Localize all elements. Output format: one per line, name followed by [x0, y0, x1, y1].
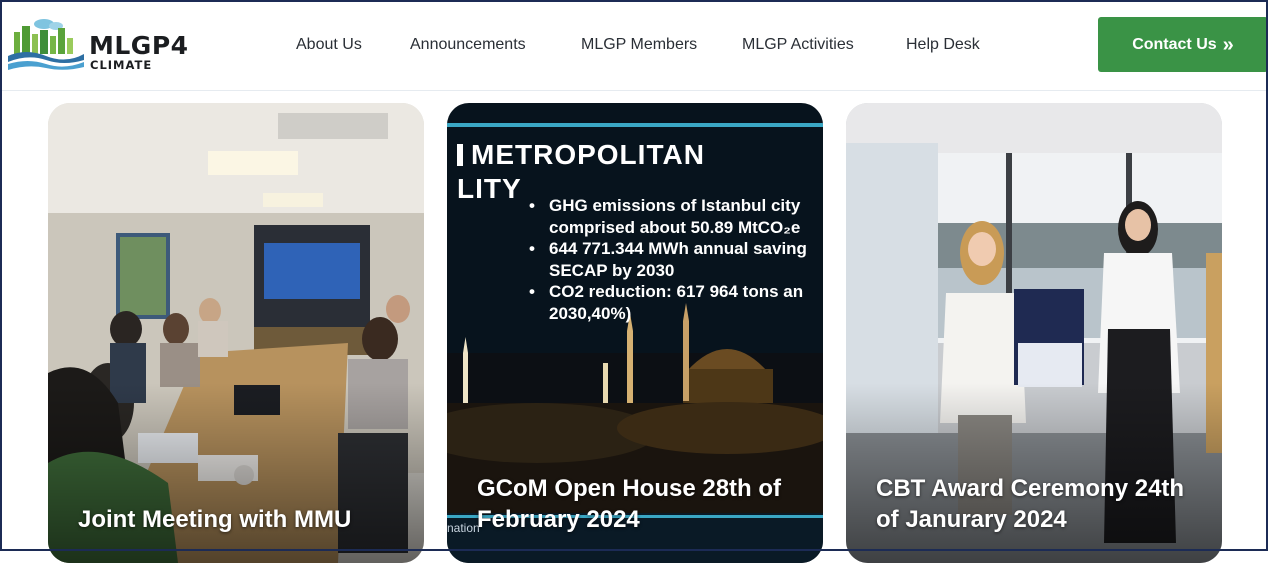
slide-bullet-cont: comprised about 50.89 MtCO₂e: [549, 217, 801, 237]
brand-tagline: CLIMATE: [90, 58, 153, 72]
card-title: CBT Award Ceremony 24th of Janurary 2024: [876, 475, 1185, 533]
nav-about-us[interactable]: About Us: [296, 34, 362, 56]
activity-card-gcom-open-house[interactable]: METROPOLITAN LITY • GHG emissions of Ista…: [447, 103, 823, 563]
slide-bullet: • CO2 reduction: 617 964 tons an: [529, 282, 804, 301]
nav-mlgp-members[interactable]: MLGP Members: [581, 34, 697, 56]
card-title: Joint Meeting with MMU: [78, 506, 352, 533]
slide-caption-fragment: nation: [447, 521, 480, 535]
brand-name: MLGP4: [89, 31, 189, 60]
slide-heading-line1: METROPOLITAN: [457, 139, 705, 171]
nav-mlgp-activities[interactable]: MLGP Activities: [742, 34, 854, 56]
slide-bullet-cont: 2030,40%): [549, 303, 632, 323]
slide-bullet: • GHG emissions of Istanbul city: [529, 196, 801, 215]
site-header: MLGP4 CLIMATE About Us Announcements MLG…: [0, 0, 1268, 91]
nav-help-desk[interactable]: Help Desk: [906, 34, 980, 56]
double-chevron-right-icon: »: [1222, 33, 1234, 56]
contact-us-label: Contact Us: [1132, 35, 1217, 53]
nav-announcements[interactable]: Announcements: [410, 34, 526, 56]
card-shade: [48, 383, 424, 563]
slide-heading-line2: LITY: [457, 173, 522, 204]
activity-card-cbt-award[interactable]: CBT Award Ceremony 24th of Janurary 2024: [846, 103, 1222, 563]
slide-bullet: • 644 771.344 MWh annual saving: [529, 239, 807, 258]
city-skyline-logo-icon: [8, 19, 84, 70]
activity-card-joint-meeting[interactable]: Joint Meeting with MMU: [48, 103, 424, 563]
card-title: GCoM Open House 28th of February 2024: [477, 475, 782, 533]
site-logo[interactable]: MLGP4 CLIMATE: [6, 12, 206, 76]
slide-bullet-list: • GHG emissions of Istanbul city comprise…: [529, 195, 807, 324]
contact-us-button[interactable]: Contact Us »: [1098, 17, 1268, 72]
slide-bullet-cont: SECAP by 2030: [549, 260, 675, 280]
